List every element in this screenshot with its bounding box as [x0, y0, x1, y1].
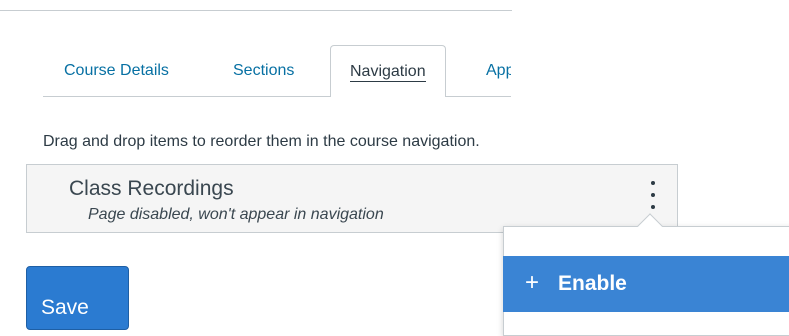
- save-button[interactable]: Save: [26, 266, 129, 330]
- nav-item-title: Class Recordings: [69, 177, 234, 200]
- tab-label: Apps: [486, 62, 511, 79]
- kebab-dot: [651, 181, 655, 185]
- tab-navigation[interactable]: Navigation: [330, 45, 446, 97]
- nav-item-status: Page disabled, won't appear in navigatio…: [88, 206, 384, 223]
- menu-item-enable[interactable]: + Enable: [503, 256, 789, 312]
- nav-item-class-recordings[interactable]: Class Recordings Page disabled, won't ap…: [26, 164, 678, 233]
- settings-tabs: Course Details Sections Navigation Apps: [43, 45, 511, 97]
- instructions-text: Drag and drop items to reorder them in t…: [43, 133, 480, 150]
- menu-item-label: Enable: [558, 272, 627, 295]
- tab-label: Course Details: [64, 62, 169, 79]
- kebab-dot: [651, 205, 655, 209]
- tab-sections[interactable]: Sections: [233, 45, 294, 96]
- tab-label: Sections: [233, 62, 295, 79]
- tab-course-details[interactable]: Course Details: [64, 45, 169, 96]
- top-divider: [0, 10, 512, 11]
- tab-label: Navigation: [350, 63, 426, 82]
- kebab-dot: [651, 193, 655, 197]
- kebab-vertical-icon[interactable]: [646, 179, 660, 213]
- plus-icon: +: [525, 269, 540, 296]
- tab-apps[interactable]: Apps: [486, 45, 511, 96]
